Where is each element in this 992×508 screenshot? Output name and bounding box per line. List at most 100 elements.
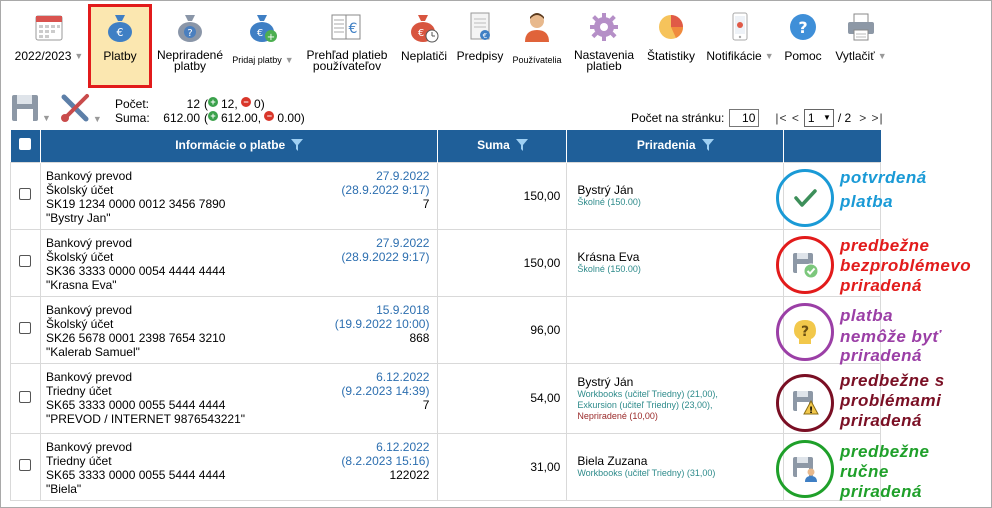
- row-checkbox-cell: [10, 161, 41, 230]
- secondary-toolbar: ▼ ▼: [10, 92, 102, 124]
- plus-icon: +: [208, 97, 218, 107]
- main-toolbar: 2022/2023 ▼ € Platby ? Nepriradené platby…: [10, 4, 896, 88]
- status-ring[interactable]: [776, 168, 834, 227]
- status-ring[interactable]: !: [776, 374, 834, 432]
- svg-text:€: €: [418, 28, 424, 39]
- status-ring[interactable]: ?: [776, 302, 834, 361]
- select-all-header: [10, 130, 41, 162]
- dropdown-arrow-icon: ▼: [764, 51, 774, 61]
- filter-icon[interactable]: [291, 138, 304, 154]
- dropdown-arrow-icon: ▼: [42, 113, 51, 123]
- table-row[interactable]: Bankový prevod Triedny účet SK65 3333 00…: [10, 432, 881, 501]
- toolbar-user-payments-overview[interactable]: € Prehľad platieb používateľov: [298, 4, 396, 88]
- status-ring[interactable]: [776, 235, 834, 294]
- payment-reference: 7: [422, 196, 430, 211]
- toolbar-school-year[interactable]: 2022/2023 ▼: [10, 4, 88, 88]
- save-user-icon: [789, 453, 821, 485]
- assignment-item[interactable]: Školné (150.00): [577, 197, 777, 208]
- toolbar-help[interactable]: ? Pomoc: [780, 4, 826, 88]
- toolbar-non-payers[interactable]: € Neplatiči: [396, 4, 452, 88]
- table-row[interactable]: Bankový prevod Školský účet SK19 1234 00…: [10, 161, 881, 230]
- toolbar-notifications[interactable]: Notifikácie ▼: [700, 4, 780, 88]
- document-euro-icon: €: [463, 10, 497, 44]
- payment-sum: 54,00: [530, 391, 561, 405]
- sum-label: Suma:: [115, 111, 150, 125]
- per-page-label: Počet na stránku:: [631, 111, 725, 125]
- toolbar-label: Nastavenia platieb: [573, 48, 635, 73]
- toolbar-label: Nepriradené platby: [156, 48, 224, 73]
- toolbar-label: Platby: [103, 49, 137, 63]
- status-annotation-label: platba: [840, 192, 894, 211]
- payment-sender-name: "Biela": [45, 481, 82, 496]
- assignment-cell: Bystrý Ján Školné (150.00): [566, 161, 785, 230]
- toolbar-label: Notifikácie: [706, 49, 762, 63]
- filter-icon[interactable]: [701, 138, 714, 154]
- table-row[interactable]: Bankový prevod Triedny účet SK65 3333 00…: [10, 362, 881, 434]
- page-select[interactable]: 1 ▼: [803, 109, 834, 127]
- svg-text:?: ?: [798, 18, 807, 37]
- status-annotation-label: priradená: [840, 346, 922, 365]
- row-checkbox[interactable]: [19, 390, 32, 403]
- pager-prev-links[interactable]: |< <: [775, 111, 799, 125]
- status-annotation-label: bezproblémevo: [840, 256, 972, 275]
- row-checkbox[interactable]: [19, 188, 32, 200]
- row-checkbox[interactable]: [19, 459, 32, 471]
- filter-icon[interactable]: [515, 138, 528, 154]
- toolbar-unassigned-payments[interactable]: ? Nepriradené platby: [152, 4, 228, 88]
- toolbar-add-payments[interactable]: € + Pridaj platby ▼: [228, 4, 298, 88]
- row-checkbox[interactable]: [19, 322, 32, 334]
- toolbar-payment-settings[interactable]: Nastavenia platieb: [566, 4, 642, 88]
- money-bag-clock-icon: €: [407, 10, 441, 44]
- table-header-row: Informácie o platbe Suma Priradenia: [10, 130, 881, 162]
- header-status: [783, 130, 881, 162]
- sum-minus: 0.00): [277, 111, 305, 125]
- status-annotation-label: platba: [840, 306, 894, 325]
- table-row[interactable]: Bankový prevod Školský účet SK26 5678 00…: [10, 295, 881, 364]
- payment-import-date: (19.9.2022 10:00): [334, 316, 430, 331]
- svg-text:!: !: [809, 406, 813, 416]
- toolbar-label: Používatelia: [512, 55, 562, 65]
- select-all-checkbox[interactable]: [19, 138, 32, 151]
- dropdown-arrow-icon: ▼: [92, 114, 102, 124]
- assignment-item[interactable]: Workbooks (učiteľ Triedny) (31,00): [577, 468, 777, 479]
- toolbar-print[interactable]: Vytlačiť ▼: [826, 4, 896, 88]
- save-icon[interactable]: ▼: [10, 93, 51, 123]
- assignment-cell: [566, 295, 785, 364]
- header-sum[interactable]: Suma: [437, 130, 568, 162]
- toolbar-prescriptions[interactable]: € Predpisy: [452, 4, 508, 88]
- assignment-name: Krásna Eva: [577, 250, 640, 264]
- assignment-item[interactable]: Workbooks (učiteľ Triedny) (21,00),: [577, 389, 777, 400]
- toolbar-payments[interactable]: € Platby: [88, 4, 152, 88]
- ledger-icon: €: [330, 10, 364, 44]
- assignment-item[interactable]: Exkursion (učiteľ Triedny) (23,00),: [577, 400, 777, 411]
- table-row[interactable]: Bankový prevod Školský účet SK36 3333 00…: [10, 228, 881, 297]
- assignment-item[interactable]: Školné (150.00): [577, 264, 777, 275]
- toolbar-label: Prehľad platieb používateľov: [306, 48, 388, 73]
- help-icon: ?: [786, 10, 820, 44]
- sum-total: 612.00: [163, 111, 200, 125]
- toolbar-users[interactable]: Používatelia: [508, 4, 566, 88]
- sum-plus: 612.00,: [221, 111, 262, 125]
- pager-next-links[interactable]: > >|: [859, 111, 883, 125]
- header-info[interactable]: Informácie o platbe: [40, 130, 439, 162]
- page-count: / 2: [837, 111, 852, 125]
- status-annotation-label: predbežne: [840, 442, 930, 461]
- status-ring[interactable]: [776, 439, 834, 498]
- row-checkbox-cell: [10, 432, 41, 501]
- per-page-input[interactable]: 10: [729, 109, 760, 127]
- payment-sender-name: "PREVOD / INTERNET 9876543221": [45, 411, 246, 426]
- toolbar-statistics[interactable]: Štatistiky: [642, 4, 700, 88]
- payment-sum-cell: 96,00: [437, 295, 568, 364]
- tools-icon[interactable]: ▼: [59, 92, 102, 124]
- assignment-item[interactable]: Nepriradené (10,00): [577, 411, 777, 422]
- money-bag-add-icon: € +: [246, 10, 280, 44]
- row-checkbox-cell: [10, 362, 41, 434]
- pie-chart-icon: [654, 10, 688, 44]
- calendar-icon: [32, 10, 66, 44]
- payment-info-cell: Bankový prevod Triedny účet SK65 3333 00…: [39, 432, 439, 501]
- payment-import-date: (9.2.2023 14:39): [341, 383, 430, 398]
- row-checkbox[interactable]: [19, 255, 32, 267]
- page-select-value: 1: [807, 111, 815, 125]
- header-assignments[interactable]: Priradenia: [566, 130, 785, 162]
- save-check-icon: [789, 249, 821, 281]
